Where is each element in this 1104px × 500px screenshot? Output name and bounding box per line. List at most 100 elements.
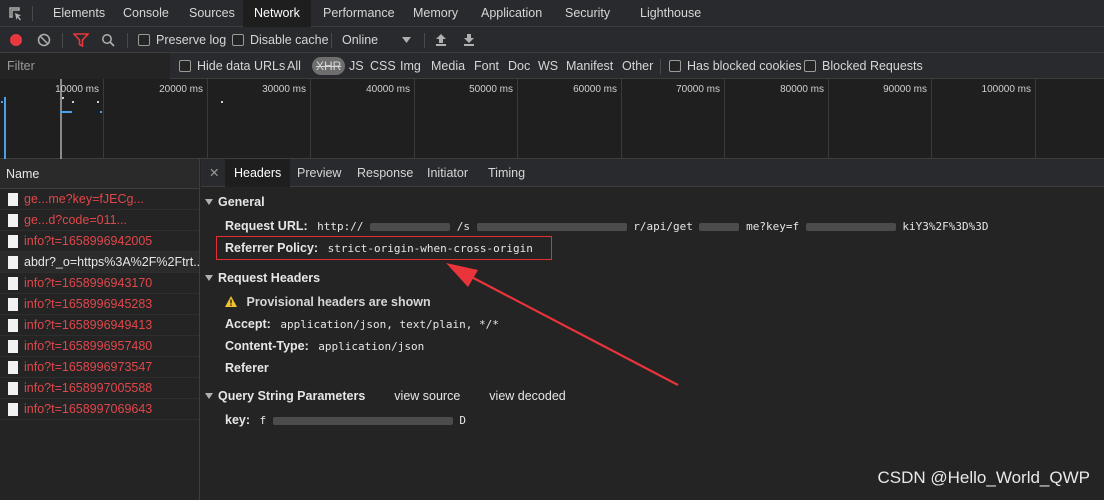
request-row[interactable]: info?t=1658996973547 bbox=[0, 357, 199, 378]
throttling-select[interactable]: Online bbox=[342, 27, 411, 53]
devtools-tabs-bar: Elements Console Sources Network Perform… bbox=[0, 0, 1104, 27]
export-har-button[interactable] bbox=[463, 27, 475, 53]
filter-icon bbox=[73, 33, 89, 47]
type-filter-js[interactable]: JS bbox=[349, 53, 364, 79]
checkbox-box[interactable] bbox=[232, 34, 244, 46]
request-details-pane: ✕ Headers Preview Response Initiator Tim… bbox=[201, 159, 1104, 500]
checkbox-box[interactable] bbox=[138, 34, 150, 46]
import-har-button[interactable] bbox=[435, 27, 447, 53]
has-blocked-cookies-checkbox[interactable]: Has blocked cookies bbox=[669, 53, 802, 79]
tab-sources[interactable]: Sources bbox=[178, 0, 246, 27]
tab-lighthouse[interactable]: Lighthouse bbox=[629, 0, 712, 27]
tab-network[interactable]: Network bbox=[243, 0, 311, 27]
url-part: http:// bbox=[317, 220, 364, 233]
tab-performance[interactable]: Performance bbox=[312, 0, 406, 27]
type-filter-img[interactable]: Img bbox=[400, 53, 421, 79]
timeline-tick-label: 70000 ms bbox=[676, 84, 720, 95]
divider bbox=[660, 59, 661, 74]
clear-button[interactable] bbox=[37, 27, 51, 53]
search-button[interactable] bbox=[101, 27, 115, 53]
referer-header-row: Referer bbox=[225, 361, 275, 375]
hide-data-urls-checkbox[interactable]: Hide data URLs bbox=[179, 53, 285, 79]
request-name: info?t=1658996945283 bbox=[24, 297, 153, 311]
request-row[interactable]: info?t=1658997005588 bbox=[0, 378, 199, 399]
request-row[interactable]: info?t=1658996957480 bbox=[0, 336, 199, 357]
name-column-header[interactable]: Name bbox=[0, 159, 199, 189]
timeline-overview[interactable]: 10000 ms 20000 ms 30000 ms 40000 ms 5000… bbox=[0, 79, 1104, 159]
url-part: kiY3%2F%3D%3D bbox=[902, 220, 989, 233]
content-type-key: Content-Type: bbox=[225, 339, 309, 353]
preserve-log-label: Preserve log bbox=[156, 33, 227, 47]
type-filter-media[interactable]: Media bbox=[431, 53, 465, 79]
tab-preview[interactable]: Preview bbox=[288, 159, 350, 187]
record-button[interactable] bbox=[9, 27, 23, 53]
timeline-gridline bbox=[517, 79, 518, 159]
request-row[interactable]: info?t=1658996943170 bbox=[0, 273, 199, 294]
type-filter-all[interactable]: All bbox=[287, 53, 301, 79]
request-row[interactable]: info?t=1658996949413 bbox=[0, 315, 199, 336]
request-row[interactable]: info?t=1658997069643 bbox=[0, 399, 199, 420]
tab-initiator[interactable]: Initiator bbox=[418, 159, 477, 187]
tab-timing[interactable]: Timing bbox=[479, 159, 534, 187]
divider bbox=[331, 33, 332, 48]
tab-headers[interactable]: Headers bbox=[225, 159, 291, 187]
filter-toggle-button[interactable] bbox=[73, 27, 89, 53]
tab-console[interactable]: Console bbox=[112, 0, 180, 27]
request-row[interactable]: info?t=1658996945283 bbox=[0, 294, 199, 315]
divider bbox=[62, 33, 63, 48]
query-string-section-header[interactable]: Query String Parameters view source view… bbox=[205, 389, 566, 403]
query-key-value: f D bbox=[260, 414, 467, 427]
accept-header-row: Accept: application/json, text/plain, */… bbox=[225, 317, 499, 331]
request-row[interactable]: ge...me?key=fJECg... bbox=[0, 189, 199, 210]
timeline-gridline bbox=[828, 79, 829, 159]
disable-cache-checkbox[interactable]: Disable cache bbox=[232, 27, 329, 53]
view-decoded-link[interactable]: view decoded bbox=[489, 389, 565, 403]
checkbox-box[interactable] bbox=[804, 60, 816, 72]
request-row[interactable]: info?t=1658996942005 bbox=[0, 231, 199, 252]
query-string-title: Query String Parameters bbox=[218, 389, 366, 403]
has-blocked-cookies-label: Has blocked cookies bbox=[687, 59, 802, 73]
disable-cache-label: Disable cache bbox=[250, 33, 329, 47]
tab-application[interactable]: Application bbox=[470, 0, 553, 27]
tab-response[interactable]: Response bbox=[348, 159, 422, 187]
record-icon bbox=[10, 34, 22, 46]
timeline-tick-label: 50000 ms bbox=[469, 84, 513, 95]
tab-elements[interactable]: Elements bbox=[42, 0, 116, 27]
type-filter-other[interactable]: Other bbox=[622, 53, 653, 79]
tab-security[interactable]: Security bbox=[554, 0, 621, 27]
close-icon[interactable]: ✕ bbox=[209, 159, 219, 187]
provisional-warning-text: Provisional headers are shown bbox=[246, 295, 431, 309]
request-headers-section-header[interactable]: Request Headers bbox=[205, 271, 320, 285]
type-filter-font[interactable]: Font bbox=[474, 53, 499, 79]
type-filter-ws[interactable]: WS bbox=[538, 53, 558, 79]
preserve-log-checkbox[interactable]: Preserve log bbox=[138, 27, 226, 53]
network-toolbar: Preserve log Disable cache Online bbox=[0, 27, 1104, 53]
blocked-requests-checkbox[interactable]: Blocked Requests bbox=[804, 53, 923, 79]
query-value-part: f bbox=[259, 414, 267, 427]
type-filter-xhr[interactable]: XHR bbox=[312, 57, 346, 75]
timeline-tick-label: 90000 ms bbox=[883, 84, 927, 95]
type-filter-manifest[interactable]: Manifest bbox=[566, 53, 613, 79]
timeline-tick-label: 100000 ms bbox=[981, 84, 1031, 95]
throttling-value: Online bbox=[342, 33, 379, 47]
inspect-element-icon[interactable] bbox=[8, 6, 24, 22]
request-url-key: Request URL: bbox=[225, 219, 308, 233]
type-filter-doc[interactable]: Doc bbox=[508, 53, 530, 79]
request-row[interactable]: ge...d?code=011... bbox=[0, 210, 199, 231]
general-section-header[interactable]: General bbox=[205, 195, 265, 209]
checkbox-box[interactable] bbox=[179, 60, 191, 72]
request-name: info?t=1658996949413 bbox=[24, 318, 153, 332]
filter-input[interactable]: Filter bbox=[0, 53, 170, 79]
file-icon bbox=[8, 193, 18, 206]
type-filter-css[interactable]: CSS bbox=[370, 53, 396, 79]
divider bbox=[424, 33, 425, 48]
search-icon bbox=[102, 34, 115, 47]
url-part: me?key=f bbox=[746, 220, 800, 233]
request-name: info?t=1658997005588 bbox=[24, 381, 153, 395]
tab-memory[interactable]: Memory bbox=[402, 0, 469, 27]
file-icon bbox=[8, 214, 18, 227]
checkbox-box[interactable] bbox=[669, 60, 681, 72]
request-row-selected[interactable]: abdr?_o=https%3A%2F%2Ftrt... bbox=[0, 252, 199, 273]
view-source-link[interactable]: view source bbox=[394, 389, 460, 403]
timeline-gridline bbox=[1035, 79, 1036, 159]
